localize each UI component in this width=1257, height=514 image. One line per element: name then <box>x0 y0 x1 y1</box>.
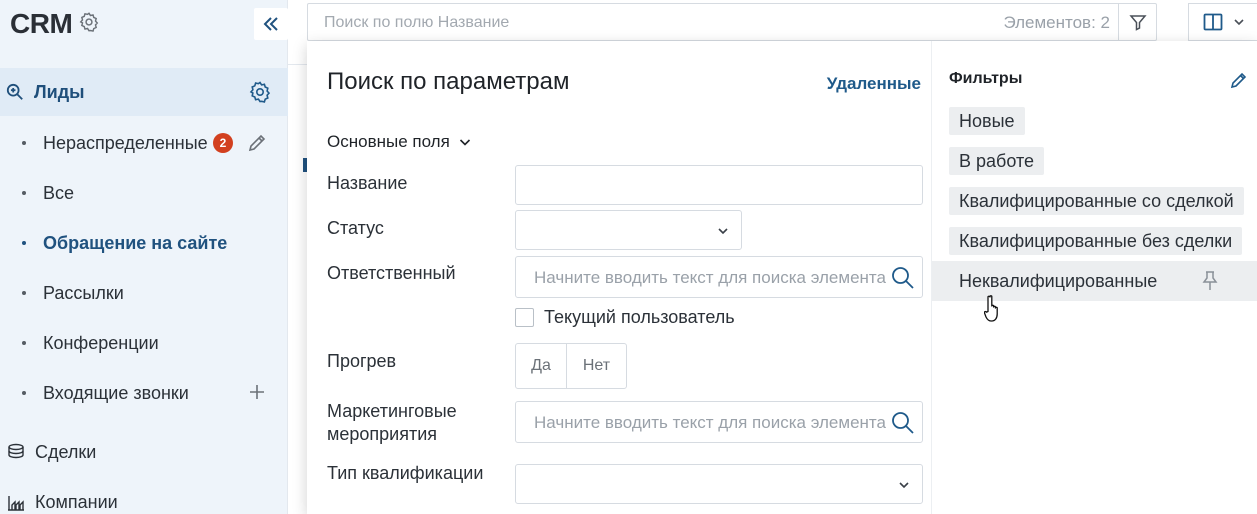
view-layout-button[interactable] <box>1188 3 1257 41</box>
bullet <box>22 241 26 245</box>
chevron-down-icon <box>718 228 728 235</box>
sidebar-item-conferences[interactable]: Конференции <box>0 323 288 363</box>
search-bar[interactable]: Поиск по полю Название Элементов: 2 <box>307 3 1157 41</box>
bullet <box>22 341 26 345</box>
marketing-input[interactable]: Начните вводить текст для поиска элемент… <box>515 401 923 443</box>
pencil-icon[interactable] <box>246 132 268 159</box>
sidebar-section-label: Лиды <box>34 81 85 102</box>
sidebar-item-all[interactable]: Все <box>0 173 288 213</box>
field-label-warmup: Прогрев <box>327 351 397 371</box>
bullet <box>22 141 26 145</box>
sidebar-item-unassigned[interactable]: Нераспределенные 2 <box>0 123 288 163</box>
brand-title: CRM <box>10 8 73 39</box>
filters-title: Фильтры <box>949 70 1023 87</box>
marketing-placeholder: Начните вводить текст для поиска элемент… <box>534 413 886 432</box>
bullet <box>22 191 26 195</box>
field-label-qualification: Тип квалификации <box>327 463 484 483</box>
plus-icon[interactable] <box>247 382 267 407</box>
responsible-input[interactable]: Начните вводить текст для поиска элемент… <box>515 256 923 298</box>
sidebar-item-label: Рассылки <box>43 282 124 303</box>
deleted-link[interactable]: Удаленные <box>827 74 921 94</box>
sidebar-section-leads[interactable]: Лиды <box>0 68 288 116</box>
chevron-down-icon <box>1234 19 1244 26</box>
current-user-label: Текущий пользователь <box>544 307 735 327</box>
sidebar-item-label: Входящие звонки <box>43 382 189 403</box>
sidebar-item-mailings[interactable]: Рассылки <box>0 273 288 313</box>
current-user-checkbox[interactable] <box>515 308 534 327</box>
status-select[interactable] <box>515 210 742 250</box>
search-params-panel: Поиск по параметрам Удаленные Основные п… <box>307 41 931 514</box>
items-count: Элементов: 2 <box>1003 13 1110 32</box>
responsible-placeholder: Начните вводить текст для поиска элемент… <box>534 268 886 287</box>
hand-cursor-icon <box>983 294 1004 329</box>
filter-preset[interactable]: Новые <box>949 107 1025 135</box>
field-label-responsible: Ответственный <box>327 263 456 283</box>
sidebar-item-website-requests[interactable]: Обращение на сайте <box>0 223 288 263</box>
double-chevron-left-icon <box>263 17 278 31</box>
columns-icon <box>1203 13 1223 31</box>
filter-preset-label: Неквалифицированные <box>959 271 1158 291</box>
popup-title: Поиск по параметрам <box>327 68 570 95</box>
warmup-toggle: Да Нет <box>515 343 627 389</box>
collapse-sidebar-button[interactable] <box>254 8 288 40</box>
sidebar-item-label: Нераспределенные <box>43 132 208 153</box>
field-label-marketing-line2: мероприятия <box>327 424 438 444</box>
filters-panel: Фильтры Новые В работе Квалифицированные… <box>931 41 1257 514</box>
warmup-yes-button[interactable]: Да <box>516 344 567 388</box>
bullet <box>22 291 26 295</box>
name-input[interactable] <box>515 165 923 205</box>
fields-group-toggle[interactable]: Основные поля <box>327 132 472 152</box>
current-user-checkbox-row[interactable]: Текущий пользователь <box>515 307 735 328</box>
sidebar-item-label: Конференции <box>43 332 159 353</box>
sidebar-item-deals[interactable]: Сделки <box>0 432 288 472</box>
search-leads-icon <box>6 83 23 100</box>
sidebar-main-label: Сделки <box>35 441 97 462</box>
filter-button[interactable] <box>1118 4 1156 40</box>
sidebar: CRM Лиды Нераспределенные 2 Все Обращени… <box>0 0 288 514</box>
field-label-marketing: Маркетинговые мероприятия <box>327 400 457 446</box>
filter-preset[interactable]: Квалифицированные со сделкой <box>949 187 1244 215</box>
filter-preset-hovered[interactable]: Неквалифицированные <box>932 261 1257 301</box>
warmup-no-button[interactable]: Нет <box>567 344 626 388</box>
company-icon <box>6 492 26 514</box>
qualification-select[interactable] <box>515 464 923 504</box>
sidebar-item-companies[interactable]: Компании <box>0 482 288 514</box>
pin-icon[interactable] <box>1200 270 1220 297</box>
funnel-icon <box>1128 15 1147 31</box>
sidebar-main-label: Компании <box>35 491 118 512</box>
search-icon[interactable] <box>890 410 916 436</box>
count-badge: 2 <box>213 133 233 153</box>
filter-preset[interactable]: В работе <box>949 147 1045 175</box>
filter-popup: Поиск по параметрам Удаленные Основные п… <box>307 41 1257 514</box>
sidebar-item-label: Все <box>43 182 75 203</box>
search-placeholder: Поиск по полю Название <box>324 14 510 31</box>
field-label-status: Статус <box>327 218 384 238</box>
section-gear-icon[interactable] <box>248 80 272 109</box>
chevron-down-icon <box>459 139 470 146</box>
gear-icon[interactable] <box>78 11 100 38</box>
field-label-marketing-line1: Маркетинговые <box>327 401 457 421</box>
sidebar-item-incoming-calls[interactable]: Входящие звонки <box>0 373 288 413</box>
pencil-icon[interactable] <box>1229 70 1249 95</box>
filter-preset[interactable]: Квалифицированные без сделки <box>949 227 1243 255</box>
group-label: Основные поля <box>327 132 450 151</box>
divider <box>288 64 308 65</box>
bullet <box>22 391 26 395</box>
brand: CRM <box>10 8 100 40</box>
search-icon[interactable] <box>890 265 916 291</box>
field-label-name: Название <box>327 173 408 193</box>
coins-icon <box>6 442 26 467</box>
content-area <box>288 40 308 514</box>
sidebar-item-label: Обращение на сайте <box>43 232 228 253</box>
chevron-down-icon <box>899 482 909 489</box>
